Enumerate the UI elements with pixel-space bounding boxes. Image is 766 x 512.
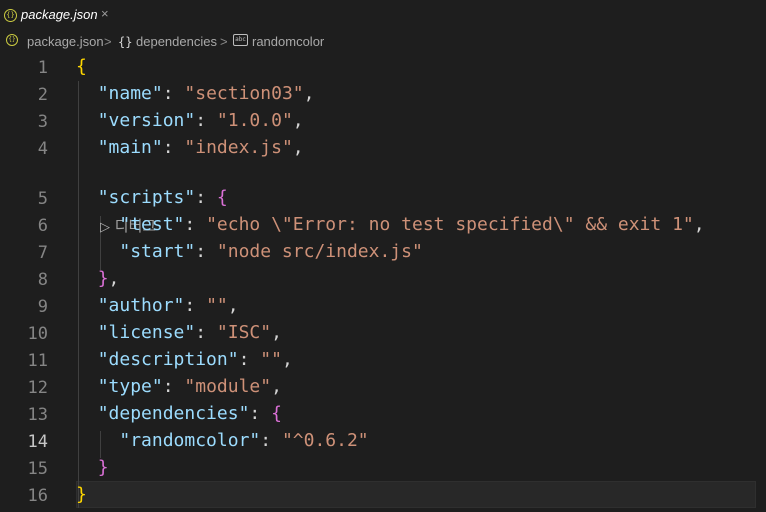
- json-key: "type": [97, 376, 163, 397]
- json-key: "dependencies": [97, 403, 250, 424]
- comma: ,: [693, 214, 705, 235]
- json-key: "scripts": [97, 187, 196, 208]
- json-key: "name": [97, 83, 163, 104]
- chevron-right-icon: >: [220, 34, 228, 49]
- line-number: 2: [37, 85, 48, 105]
- code-line: "author": "",: [97, 295, 239, 316]
- json-key: "main": [97, 137, 163, 158]
- line-number: 13: [27, 405, 48, 425]
- close-icon[interactable]: ×: [101, 6, 109, 21]
- json-key: "version": [97, 110, 196, 131]
- json-file-icon: {}: [4, 9, 17, 22]
- code-line: {: [76, 56, 87, 77]
- line-number: 4: [37, 139, 48, 159]
- brace-close: }: [97, 457, 109, 478]
- tab-title: package.json: [21, 7, 98, 22]
- code-line-active: "randomcolor": "^0.6.2": [119, 430, 369, 451]
- comma: ,: [271, 376, 282, 397]
- json-file-icon: {}: [6, 34, 18, 46]
- brace-open: {: [216, 187, 228, 208]
- breadcrumb: {} package.json > {} dependencies > abc …: [0, 32, 766, 52]
- json-value: "section03": [184, 83, 304, 104]
- json-key: "license": [97, 322, 196, 343]
- comma: ,: [281, 349, 293, 370]
- tab-bar: {} package.json ×: [0, 0, 766, 30]
- json-key: "test": [119, 214, 185, 235]
- json-value: "": [206, 295, 228, 316]
- line-number: 8: [37, 270, 48, 290]
- line-number: 10: [27, 324, 48, 344]
- code-line: },: [76, 268, 120, 289]
- code-line: "scripts": {: [97, 187, 228, 208]
- json-value: "^0.6.2": [281, 430, 369, 451]
- line-number: 1: [37, 58, 48, 78]
- code-line: "version": "1.0.0",: [97, 110, 304, 131]
- line-number: 9: [37, 297, 48, 317]
- code-line: }: [76, 484, 87, 505]
- json-value: "index.js": [184, 137, 293, 158]
- breadcrumb-file[interactable]: package.json: [27, 34, 104, 49]
- json-value: "ISC": [216, 322, 272, 343]
- code-line: "name": "section03",: [97, 83, 315, 104]
- json-value: "1.0.0": [216, 110, 293, 131]
- string-abc-icon: abc: [233, 34, 248, 46]
- json-key: "description": [97, 349, 239, 370]
- json-value: "": [260, 349, 282, 370]
- tab-package-json[interactable]: {} package.json ×: [0, 0, 124, 30]
- line-number: 11: [27, 351, 48, 371]
- brace-close: }: [76, 484, 87, 505]
- chevron-right-icon: >: [104, 34, 112, 49]
- brace-open: {: [271, 403, 282, 424]
- line-number: 16: [27, 486, 48, 506]
- json-key: "start": [119, 241, 196, 262]
- code-line: "start": "node src/index.js": [119, 241, 423, 262]
- json-value: "node src/index.js": [216, 241, 423, 262]
- comma: ,: [292, 110, 304, 131]
- json-value: "echo \"Error: no test specified\" && ex…: [206, 214, 694, 235]
- line-number: 7: [37, 243, 48, 263]
- code-editor[interactable]: 1 2 3 4 5 6 7 8 9 10 11 12 13 14 15 16 {…: [0, 54, 766, 512]
- comma: ,: [271, 322, 282, 343]
- json-value: "module": [184, 376, 272, 397]
- brace-open: {: [76, 56, 87, 77]
- line-number: 15: [27, 459, 48, 479]
- comma: ,: [292, 137, 304, 158]
- code-line: "type": "module",: [97, 376, 282, 397]
- comma: ,: [303, 83, 315, 104]
- line-number: 5: [37, 189, 48, 209]
- comma: ,: [227, 295, 239, 316]
- line-number-active: 14: [27, 432, 48, 452]
- code-line: "description": "",: [97, 349, 293, 370]
- line-number: 3: [37, 112, 48, 132]
- comma: ,: [108, 268, 120, 289]
- breadcrumb-randomcolor[interactable]: randomcolor: [252, 34, 324, 49]
- object-braces-icon: {}: [118, 35, 133, 49]
- code-line: "main": "index.js",: [97, 137, 304, 158]
- line-number: 12: [27, 378, 48, 398]
- current-line-highlight: [76, 481, 756, 508]
- breadcrumb-dependencies[interactable]: dependencies: [136, 34, 217, 49]
- line-number: 6: [37, 216, 48, 236]
- code-line: "license": "ISC",: [97, 322, 282, 343]
- code-line: "dependencies": {: [97, 403, 282, 424]
- code-line: }: [76, 457, 109, 478]
- brace-close: }: [97, 268, 109, 289]
- json-key: "randomcolor": [119, 430, 261, 451]
- json-key: "author": [97, 295, 185, 316]
- code-line: "test": "echo \"Error: no test specified…: [119, 214, 705, 235]
